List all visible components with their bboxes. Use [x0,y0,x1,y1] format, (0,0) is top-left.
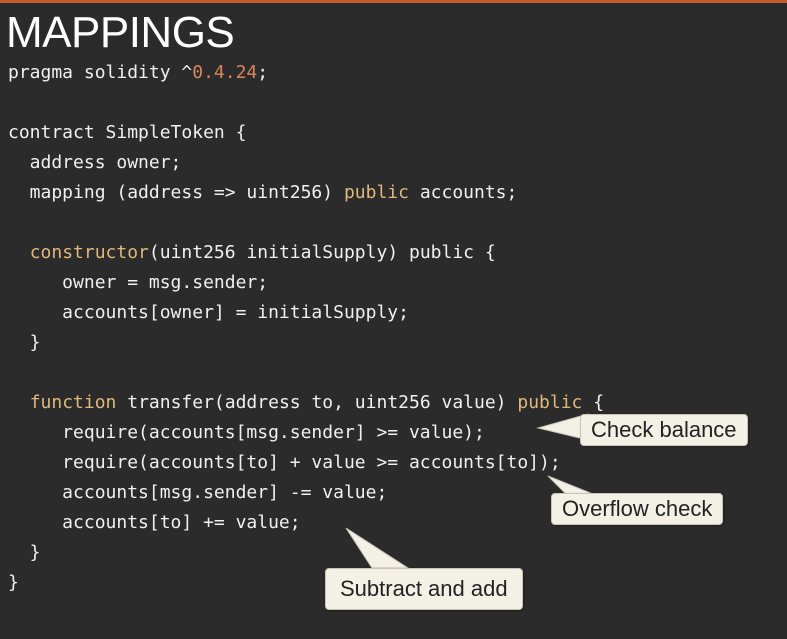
callout-tails [345,413,600,569]
subtract-and-add-tail [345,527,410,569]
overflow-check-callout: Overflow check [551,493,724,525]
subtract-and-add-callout: Subtract and add [325,568,523,610]
check-balance-callout: Check balance [580,414,748,446]
